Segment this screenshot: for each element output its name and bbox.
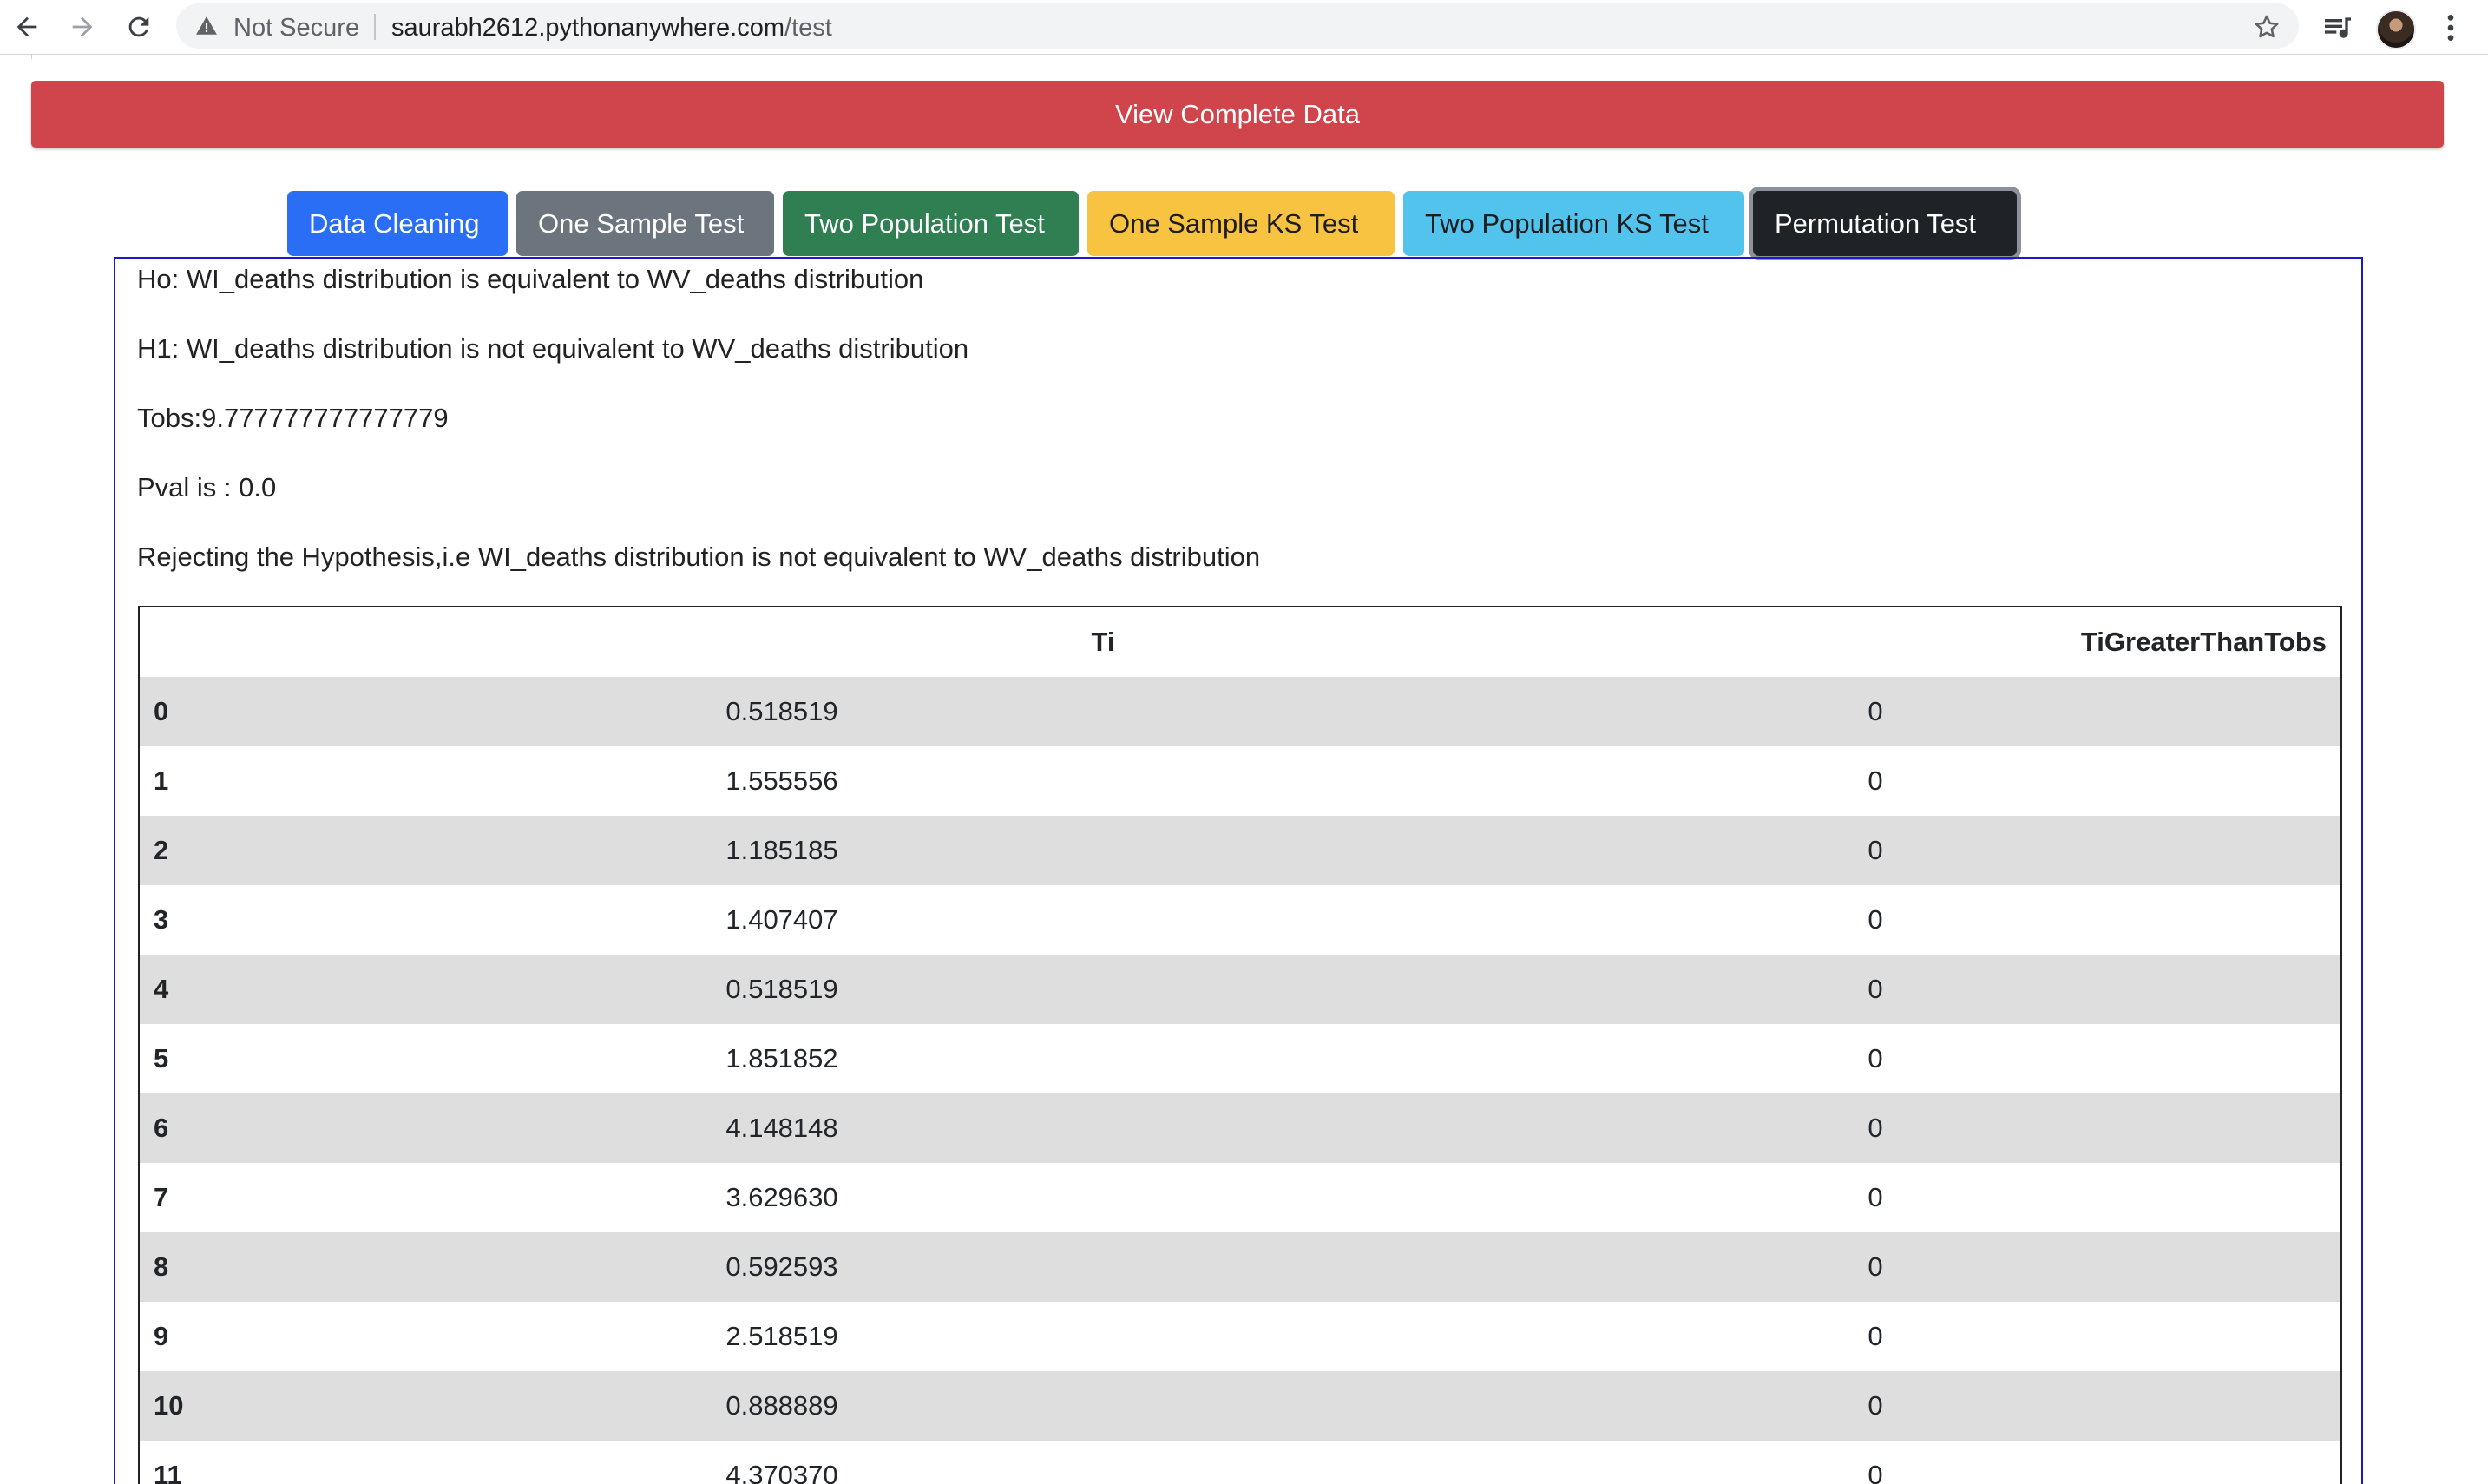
- conclusion-text: Rejecting the Hypothesis,i.e WI_deaths d…: [137, 542, 1261, 572]
- tab-two-population-ks-test[interactable]: Two Population KS Test: [1403, 191, 1744, 256]
- profile-avatar[interactable]: [2376, 10, 2416, 49]
- arrow-left-icon: [16, 16, 37, 37]
- table-row: 8 0.592593 0: [140, 1232, 2340, 1302]
- view-complete-data-button[interactable]: View Complete Data: [31, 81, 2444, 148]
- ti-value: 2.518519: [725, 1321, 838, 1351]
- table-row: 10 0.888889 0: [140, 1371, 2340, 1441]
- row-index: 0: [154, 696, 169, 726]
- tab-data-cleaning[interactable]: Data Cleaning: [287, 191, 508, 256]
- page-container-edge: [31, 54, 2445, 59]
- ti-value: 0.518519: [725, 974, 838, 1004]
- null-hypothesis-text: Ho: WI_deaths distribution is equivalent…: [137, 264, 924, 294]
- ti-value: 0.518519: [725, 696, 838, 726]
- ti-greater-than-tobs-value: 0: [1868, 1390, 1883, 1421]
- ti-greater-than-tobs-value: 0: [1868, 974, 1883, 1004]
- row-index: 6: [154, 1113, 169, 1143]
- row-index: 3: [154, 904, 169, 935]
- tab-two-population-test[interactable]: Two Population Test: [783, 191, 1079, 256]
- table-row: 2 1.185185 0: [140, 816, 2340, 885]
- ti-value: 3.629630: [725, 1182, 838, 1212]
- table-row: 0 0.518519 0: [140, 677, 2340, 746]
- ti-greater-than-tobs-value: 0: [1868, 1460, 1883, 1484]
- ti-value: 1.185185: [725, 835, 838, 865]
- tobs-text: Tobs:9.777777777777779: [137, 403, 449, 433]
- permutation-test-panel: Ho: WI_deaths distribution is equivalent…: [114, 257, 2363, 1484]
- row-index: 9: [154, 1321, 169, 1351]
- ti-value: 1.851852: [725, 1043, 838, 1074]
- back-button[interactable]: [9, 9, 45, 45]
- table-header-row: Ti TiGreaterThanTobs: [140, 607, 2340, 677]
- reload-button[interactable]: [121, 9, 157, 45]
- reload-icon: [128, 16, 149, 37]
- row-index: 5: [154, 1043, 169, 1074]
- row-index: 11: [154, 1460, 182, 1484]
- table-row: 3 1.407407 0: [140, 885, 2340, 955]
- address-separator: [374, 14, 376, 40]
- ti-value: 1.555556: [725, 765, 838, 796]
- security-label: Not Secure: [233, 14, 360, 42]
- row-index: 1: [154, 765, 169, 796]
- ti-greater-than-tobs-value: 0: [1868, 1321, 1883, 1351]
- table-row: 7 3.629630 0: [140, 1163, 2340, 1232]
- ti-greater-than-tobs-value: 0: [1868, 904, 1883, 935]
- table-row: 6 4.148148 0: [140, 1093, 2340, 1163]
- table-row: 5 1.851852 0: [140, 1024, 2340, 1093]
- tab-one-sample-test[interactable]: One Sample Test: [516, 191, 774, 256]
- ti-greater-than-tobs-value: 0: [1868, 1043, 1883, 1074]
- ti-value: 0.888889: [725, 1390, 838, 1421]
- ti-value: 0.592593: [725, 1251, 838, 1282]
- arrow-right-icon: [72, 16, 93, 37]
- alternative-hypothesis-text: H1: WI_deaths distribution is not equiva…: [137, 333, 969, 364]
- warning-icon: [196, 16, 217, 35]
- ti-value: 4.148148: [725, 1113, 838, 1143]
- row-index: 2: [154, 835, 169, 865]
- table-row: 1 1.555556 0: [140, 746, 2340, 816]
- ti-greater-than-tobs-value: 0: [1868, 1113, 1883, 1143]
- ti-greater-than-tobs-value: 0: [1868, 765, 1883, 796]
- forward-button[interactable]: [64, 9, 101, 45]
- reading-list-icon[interactable]: [2321, 10, 2355, 45]
- header-ti-greater-than-tobs: TiGreaterThanTobs: [2080, 627, 2327, 657]
- row-index: 8: [154, 1251, 169, 1282]
- table-body: 0 0.518519 0 1 1.555556 0 2 1.185185 0 3 1.407407 0…: [140, 677, 2340, 1484]
- table-row: 4 0.518519 0: [140, 955, 2340, 1024]
- ti-greater-than-tobs-value: 0: [1868, 1251, 1883, 1282]
- test-tabs: Data Cleaning One Sample Test Two Popula…: [287, 191, 2017, 256]
- header-ti: Ti: [1091, 627, 1115, 657]
- browser-toolbar: Not Secure saurabh2612.pythonanywhere.co…: [0, 0, 2488, 55]
- address-bar[interactable]: Not Secure saurabh2612.pythonanywhere.co…: [176, 3, 2299, 49]
- row-index: 4: [154, 974, 169, 1004]
- url-host: saurabh2612.pythonanywhere.com: [391, 14, 785, 42]
- permutation-results-table: Ti TiGreaterThanTobs 0 0.518519 0 1 1.555556…: [138, 606, 2342, 1484]
- ti-greater-than-tobs-value: 0: [1868, 1182, 1883, 1212]
- pval-text: Pval is : 0.0: [137, 472, 277, 502]
- row-index: 7: [154, 1182, 169, 1212]
- more-menu-icon[interactable]: [2433, 10, 2468, 45]
- tab-permutation-test[interactable]: Permutation Test: [1753, 191, 2017, 256]
- table-row: 11 4.370370 0: [140, 1441, 2340, 1484]
- bookmark-star-icon[interactable]: [2252, 12, 2281, 42]
- table-row: 9 2.518519 0: [140, 1302, 2340, 1371]
- url-text: saurabh2612.pythonanywhere.com/test: [391, 14, 832, 43]
- url-path: /test: [784, 14, 832, 42]
- row-index: 10: [154, 1390, 184, 1421]
- ti-greater-than-tobs-value: 0: [1868, 696, 1883, 726]
- ti-value: 1.407407: [725, 904, 838, 935]
- ti-greater-than-tobs-value: 0: [1868, 835, 1883, 865]
- tab-one-sample-ks-test[interactable]: One Sample KS Test: [1087, 191, 1395, 256]
- ti-value: 4.370370: [725, 1460, 838, 1484]
